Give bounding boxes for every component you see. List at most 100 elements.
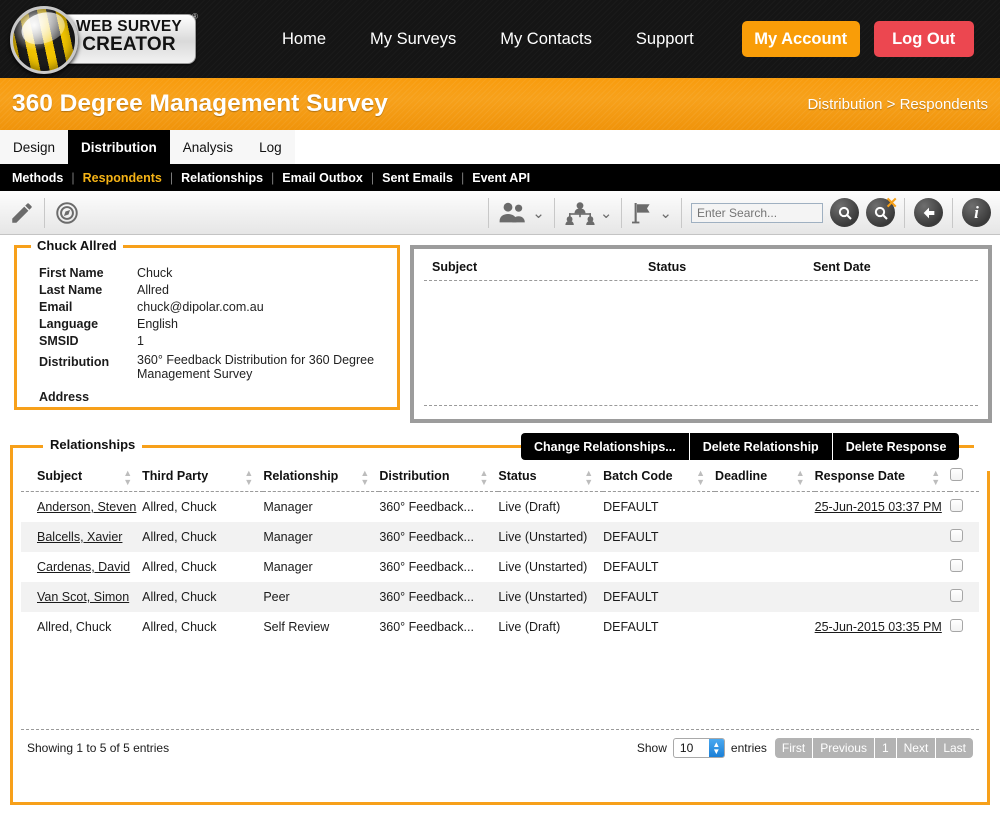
cell-subject[interactable]: Anderson, Steven [21,492,142,523]
col-header-third-party[interactable]: Third Party ▲▼ [142,462,263,492]
subject-link[interactable]: Van Scot, Simon [37,590,129,604]
detail-row-smsid: SMSID 1 [29,332,385,349]
subnav-item-relationships[interactable]: Relationships [181,171,263,185]
my-account-button[interactable]: My Account [742,21,860,57]
cell-select[interactable] [950,552,979,582]
cell-distribution: 360° Feedback... [379,492,498,523]
pager-last-button[interactable]: Last [936,738,973,758]
subnav-item-sent-emails[interactable]: Sent Emails [382,171,453,185]
row-checkbox[interactable] [950,589,963,602]
response-date-link[interactable]: 25-Jun-2015 03:37 PM [815,500,942,514]
cell-select[interactable] [950,612,979,642]
cell-select[interactable] [950,522,979,552]
pager-first-button[interactable]: First [775,738,813,758]
sent-emails-col-status: Status [648,260,813,274]
chevron-down-icon[interactable]: ⌄ [659,204,672,222]
cell-response-date[interactable] [815,522,951,552]
flag-icon[interactable] [631,200,655,226]
cell-batch-code: DEFAULT [603,522,715,552]
col-header-deadline[interactable]: Deadline ▲▼ [715,462,815,492]
cell-response-date[interactable]: 25-Jun-2015 03:37 PM [815,492,951,523]
pencil-icon[interactable] [9,200,35,226]
response-date-link[interactable]: 25-Jun-2015 03:35 PM [815,620,942,634]
detail-value [137,383,385,406]
subject-link[interactable]: Cardenas, David [37,560,130,574]
subnav-item-email-outbox[interactable]: Email Outbox [282,171,363,185]
sort-icon: ▲▼ [796,469,805,487]
table-row[interactable]: Van Scot, Simon Allred, Chuck Peer 360° … [21,582,979,612]
subject-link[interactable]: Anderson, Steven [37,500,136,514]
cell-relationship: Peer [263,582,379,612]
nav-link-home[interactable]: Home [260,30,348,49]
subnav-item-event-api[interactable]: Event API [472,171,530,185]
pager-next-button[interactable]: Next [897,738,937,758]
detail-row-email: Email chuck@dipolar.com.au [29,298,385,315]
detail-row-distribution: Distribution 360° Feedback Distribution … [29,349,385,383]
cell-select[interactable] [950,582,979,612]
clear-search-icon[interactable]: ✕ [866,198,895,227]
col-header-response-date[interactable]: Response Date ▲▼ [815,462,951,492]
col-header-distribution[interactable]: Distribution ▲▼ [379,462,498,492]
detail-key: First Name [29,264,137,281]
tab-log[interactable]: Log [246,130,295,164]
toolbar-divider [44,198,45,228]
cell-response-date[interactable]: 25-Jun-2015 03:35 PM [815,612,951,642]
row-checkbox[interactable] [950,499,963,512]
col-header-batch-code[interactable]: Batch Code ▲▼ [603,462,715,492]
cell-response-date[interactable] [815,552,951,582]
cell-response-date[interactable] [815,582,951,612]
pager-previous-button[interactable]: Previous [813,738,875,758]
subject-link[interactable]: Balcells, Xavier [37,530,122,544]
table-row[interactable]: Anderson, Steven Allred, Chuck Manager 3… [21,492,979,523]
cell-select[interactable] [950,492,979,523]
col-header-status[interactable]: Status ▲▼ [498,462,603,492]
detail-row-last-name: Last Name Allred [29,281,385,298]
change-relationships-button[interactable]: Change Relationships... [521,433,690,460]
row-checkbox[interactable] [950,559,963,572]
row-checkbox[interactable] [950,619,963,632]
cell-subject[interactable]: Balcells, Xavier [21,522,142,552]
row-checkbox[interactable] [950,529,963,542]
subnav-item-methods[interactable]: Methods [12,171,63,185]
subnav-item-respondents[interactable]: Respondents [83,171,162,185]
table-row[interactable]: Allred, Chuck Allred, Chuck Self Review … [21,612,979,642]
col-header-subject[interactable]: Subject ▲▼ [21,462,142,492]
chevron-down-icon[interactable]: ⌄ [600,204,613,222]
nav-link-my-surveys[interactable]: My Surveys [348,30,478,49]
tab-distribution[interactable]: Distribution [68,130,170,164]
table-row[interactable]: Cardenas, David Allred, Chuck Manager 36… [21,552,979,582]
tab-design[interactable]: Design [0,130,68,164]
cell-subject[interactable]: Van Scot, Simon [21,582,142,612]
detail-value: 1 [137,332,385,349]
search-input[interactable] [691,203,823,223]
app-logo[interactable]: WEB SURVEY CREATOR ® [6,6,198,72]
select-all-checkbox[interactable] [950,468,963,481]
detail-key: Address [29,383,137,406]
search-icon[interactable] [830,198,859,227]
log-out-button[interactable]: Log Out [874,21,974,57]
table-footer: Showing 1 to 5 of 5 entries Show 10 25 5… [21,730,979,758]
page-size-select[interactable]: 10 25 50 100 [673,738,725,758]
nav-link-support[interactable]: Support [614,30,716,49]
chevron-down-icon[interactable]: ⌄ [532,204,545,222]
cell-third-party: Allred, Chuck [142,612,263,642]
org-chart-icon[interactable] [564,200,596,226]
sub-navigation-bar: Methods | Respondents | Relationships | … [0,164,1000,191]
page-size-select-wrap[interactable]: 10 25 50 100 ▲▼ [673,738,725,758]
cell-subject[interactable]: Cardenas, David [21,552,142,582]
delete-relationship-button[interactable]: Delete Relationship [690,433,833,460]
people-icon[interactable] [498,200,528,226]
delete-response-button[interactable]: Delete Response [833,433,960,460]
compass-icon[interactable] [54,200,80,226]
info-icon[interactable]: i [962,198,991,227]
survey-banner: 360 Degree Management Survey Distributio… [0,78,1000,130]
primary-tab-bar: Design Distribution Analysis Log [0,130,1000,164]
subnav-separator: | [63,171,82,185]
sort-icon: ▲▼ [244,469,253,487]
back-arrow-icon[interactable] [914,198,943,227]
pager-page-1-button[interactable]: 1 [875,738,897,758]
table-row[interactable]: Balcells, Xavier Allred, Chuck Manager 3… [21,522,979,552]
tab-analysis[interactable]: Analysis [170,130,246,164]
nav-link-my-contacts[interactable]: My Contacts [478,30,614,49]
col-header-relationship[interactable]: Relationship ▲▼ [263,462,379,492]
